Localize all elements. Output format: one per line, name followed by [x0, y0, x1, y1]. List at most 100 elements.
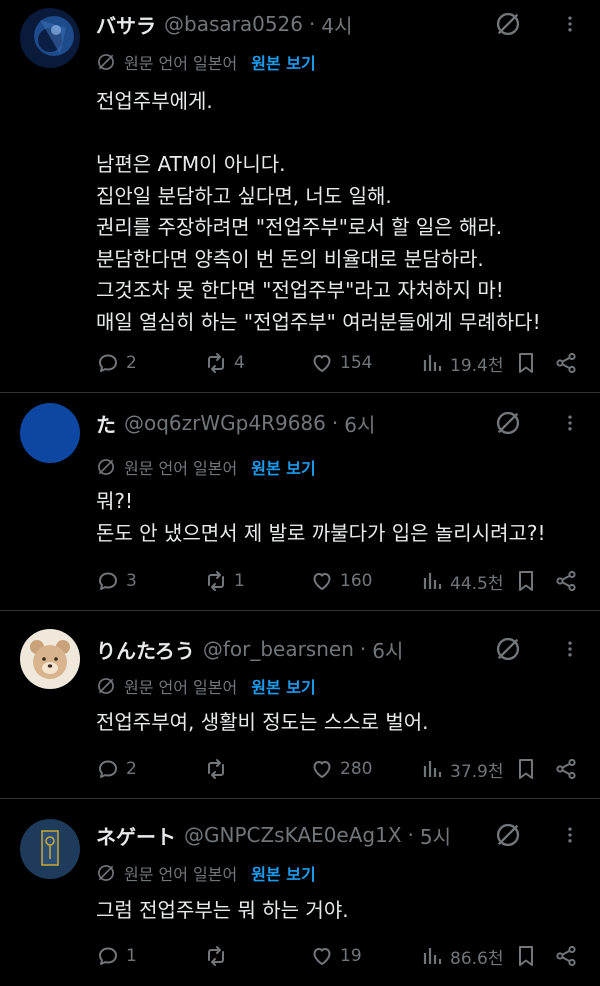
tweet-text: 뭐?! 돈도 안 냈으면서 제 발로 까불다가 입은 놀리시려고?! [96, 486, 546, 549]
separator-dot: · [407, 823, 414, 847]
timestamp[interactable]: 6시 [344, 409, 375, 438]
show-original-link[interactable]: 원본 보기 [251, 50, 315, 74]
like-button[interactable]: 154 [310, 349, 372, 377]
original-language-label: 원문 언어 일본어 [124, 54, 238, 73]
retweet-count: 4 [234, 353, 245, 373]
timestamp[interactable]: 5시 [420, 821, 451, 850]
reply-button[interactable]: 1 [96, 942, 137, 970]
retweet-icon [204, 569, 228, 593]
reply-button[interactable]: 2 [96, 349, 137, 377]
translate-icon [96, 676, 116, 696]
user-handle[interactable]: @for_bearsnen [203, 637, 354, 661]
share-icon [554, 757, 578, 781]
view-count: 37.9천 [450, 761, 504, 782]
show-original-link[interactable]: 원본 보기 [251, 674, 315, 698]
translation-bar: 원문 언어 일본어 원본 보기 [96, 861, 316, 885]
reply-icon [96, 757, 120, 781]
mute-icon[interactable] [494, 821, 522, 849]
retweet-icon [204, 757, 228, 781]
original-language-label: 원문 언어 일본어 [124, 865, 238, 884]
more-icon[interactable] [560, 821, 580, 849]
more-icon[interactable] [560, 409, 580, 437]
original-language-label: 원문 언어 일본어 [124, 678, 238, 697]
text-line: 권리를 주장하려면 "전업주부"로서 할 일은 해라. [96, 215, 503, 239]
reply-count: 1 [126, 946, 137, 966]
views-icon [420, 569, 444, 593]
translate-icon [96, 52, 116, 72]
share-button[interactable] [554, 349, 584, 377]
show-original-link[interactable]: 원본 보기 [251, 861, 315, 885]
like-button[interactable]: 280 [310, 755, 372, 783]
like-count: 160 [340, 571, 373, 591]
display-name[interactable]: りんたろう [96, 635, 195, 664]
like-icon [310, 944, 334, 968]
tweet-3[interactable]: りんたろう @for_bearsnen · 6시 원문 언어 일본어 원본 보기… [0, 611, 600, 799]
separator-dot: · [309, 12, 316, 36]
tweet-text: 그럼 전업주부는 뭐 하는 거야. [96, 895, 349, 927]
retweet-button[interactable] [204, 755, 234, 783]
tweet-header: バサラ @basara0526 · 4시 [96, 10, 353, 38]
avatar[interactable] [20, 8, 80, 68]
mute-icon[interactable] [494, 409, 522, 437]
tweet-header: た @oq6zrWGp4R9686 · 6시 [96, 409, 375, 437]
views-button[interactable]: 37.9천 [420, 755, 504, 783]
share-button[interactable] [554, 567, 584, 595]
mute-icon[interactable] [494, 635, 522, 663]
bookmark-button[interactable] [514, 755, 544, 783]
text-line [96, 118, 541, 150]
tweet-2[interactable]: た @oq6zrWGp4R9686 · 6시 원문 언어 일본어 원본 보기 뭐… [0, 393, 600, 611]
tweet-1[interactable]: バサラ @basara0526 · 4시 원문 언어 일본어 원본 보기 전업주… [0, 0, 600, 393]
translation-bar: 원문 언어 일본어 원본 보기 [96, 50, 316, 74]
bookmark-button[interactable] [514, 567, 544, 595]
user-handle[interactable]: @oq6zrWGp4R9686 [124, 411, 326, 435]
like-icon [310, 569, 334, 593]
reply-button[interactable]: 2 [96, 755, 137, 783]
views-button[interactable]: 19.4천 [420, 349, 504, 377]
display-name[interactable]: ネゲート [96, 821, 176, 850]
avatar[interactable] [20, 403, 80, 463]
retweet-button[interactable] [204, 942, 234, 970]
views-icon [420, 944, 444, 968]
user-handle[interactable]: @basara0526 [164, 12, 303, 36]
views-button[interactable]: 44.5천 [420, 567, 504, 595]
tweet-4[interactable]: ネゲート @GNPCZsKAE0eAg1X · 5시 원문 언어 일본어 원본 … [0, 799, 600, 986]
bookmark-icon [514, 944, 538, 968]
reply-count: 2 [126, 759, 137, 779]
bookmark-button[interactable] [514, 942, 544, 970]
timestamp[interactable]: 6시 [372, 635, 403, 664]
bookmark-button[interactable] [514, 349, 544, 377]
timestamp[interactable]: 4시 [321, 10, 352, 39]
reply-icon [96, 569, 120, 593]
more-icon[interactable] [560, 635, 580, 663]
show-original-link[interactable]: 원본 보기 [251, 455, 315, 479]
text-line: 분담한다면 양측이 번 돈의 비율대로 분담하라. [96, 246, 484, 271]
text-line: 그것조차 못 한다면 "전업주부"라고 자처하지 마! [96, 278, 504, 302]
more-icon[interactable] [560, 10, 580, 38]
translation-bar: 원문 언어 일본어 원본 보기 [96, 674, 316, 698]
like-button[interactable]: 19 [310, 942, 362, 970]
mute-icon[interactable] [494, 10, 522, 38]
like-button[interactable]: 160 [310, 567, 372, 595]
share-button[interactable] [554, 755, 584, 783]
text-line: 집안일 분담하고 싶다면, 너도 일해. [96, 183, 392, 208]
display-name[interactable]: た [96, 409, 116, 438]
text-line: 돈도 안 냈으면서 제 발로 까불다가 입은 놀리시려고?! [96, 520, 546, 545]
share-button[interactable] [554, 942, 584, 970]
display-name[interactable]: バサラ [96, 10, 156, 39]
views-icon [420, 351, 444, 375]
reply-icon [96, 351, 120, 375]
retweet-button[interactable]: 4 [204, 349, 245, 377]
user-handle[interactable]: @GNPCZsKAE0eAg1X [184, 823, 402, 847]
share-icon [554, 569, 578, 593]
views-button[interactable]: 86.6천 [420, 942, 504, 970]
translation-bar: 원문 언어 일본어 원본 보기 [96, 455, 316, 479]
avatar[interactable] [20, 819, 80, 879]
reply-button[interactable]: 3 [96, 567, 137, 595]
like-icon [310, 351, 334, 375]
text-line: 매일 열심히 하는 "전업주부" 여러분들에게 무례하다! [96, 309, 541, 334]
reply-count: 3 [126, 571, 137, 591]
retweet-button[interactable]: 1 [204, 567, 245, 595]
view-count: 44.5천 [450, 573, 504, 594]
translate-icon [96, 457, 116, 477]
avatar[interactable] [20, 629, 80, 689]
